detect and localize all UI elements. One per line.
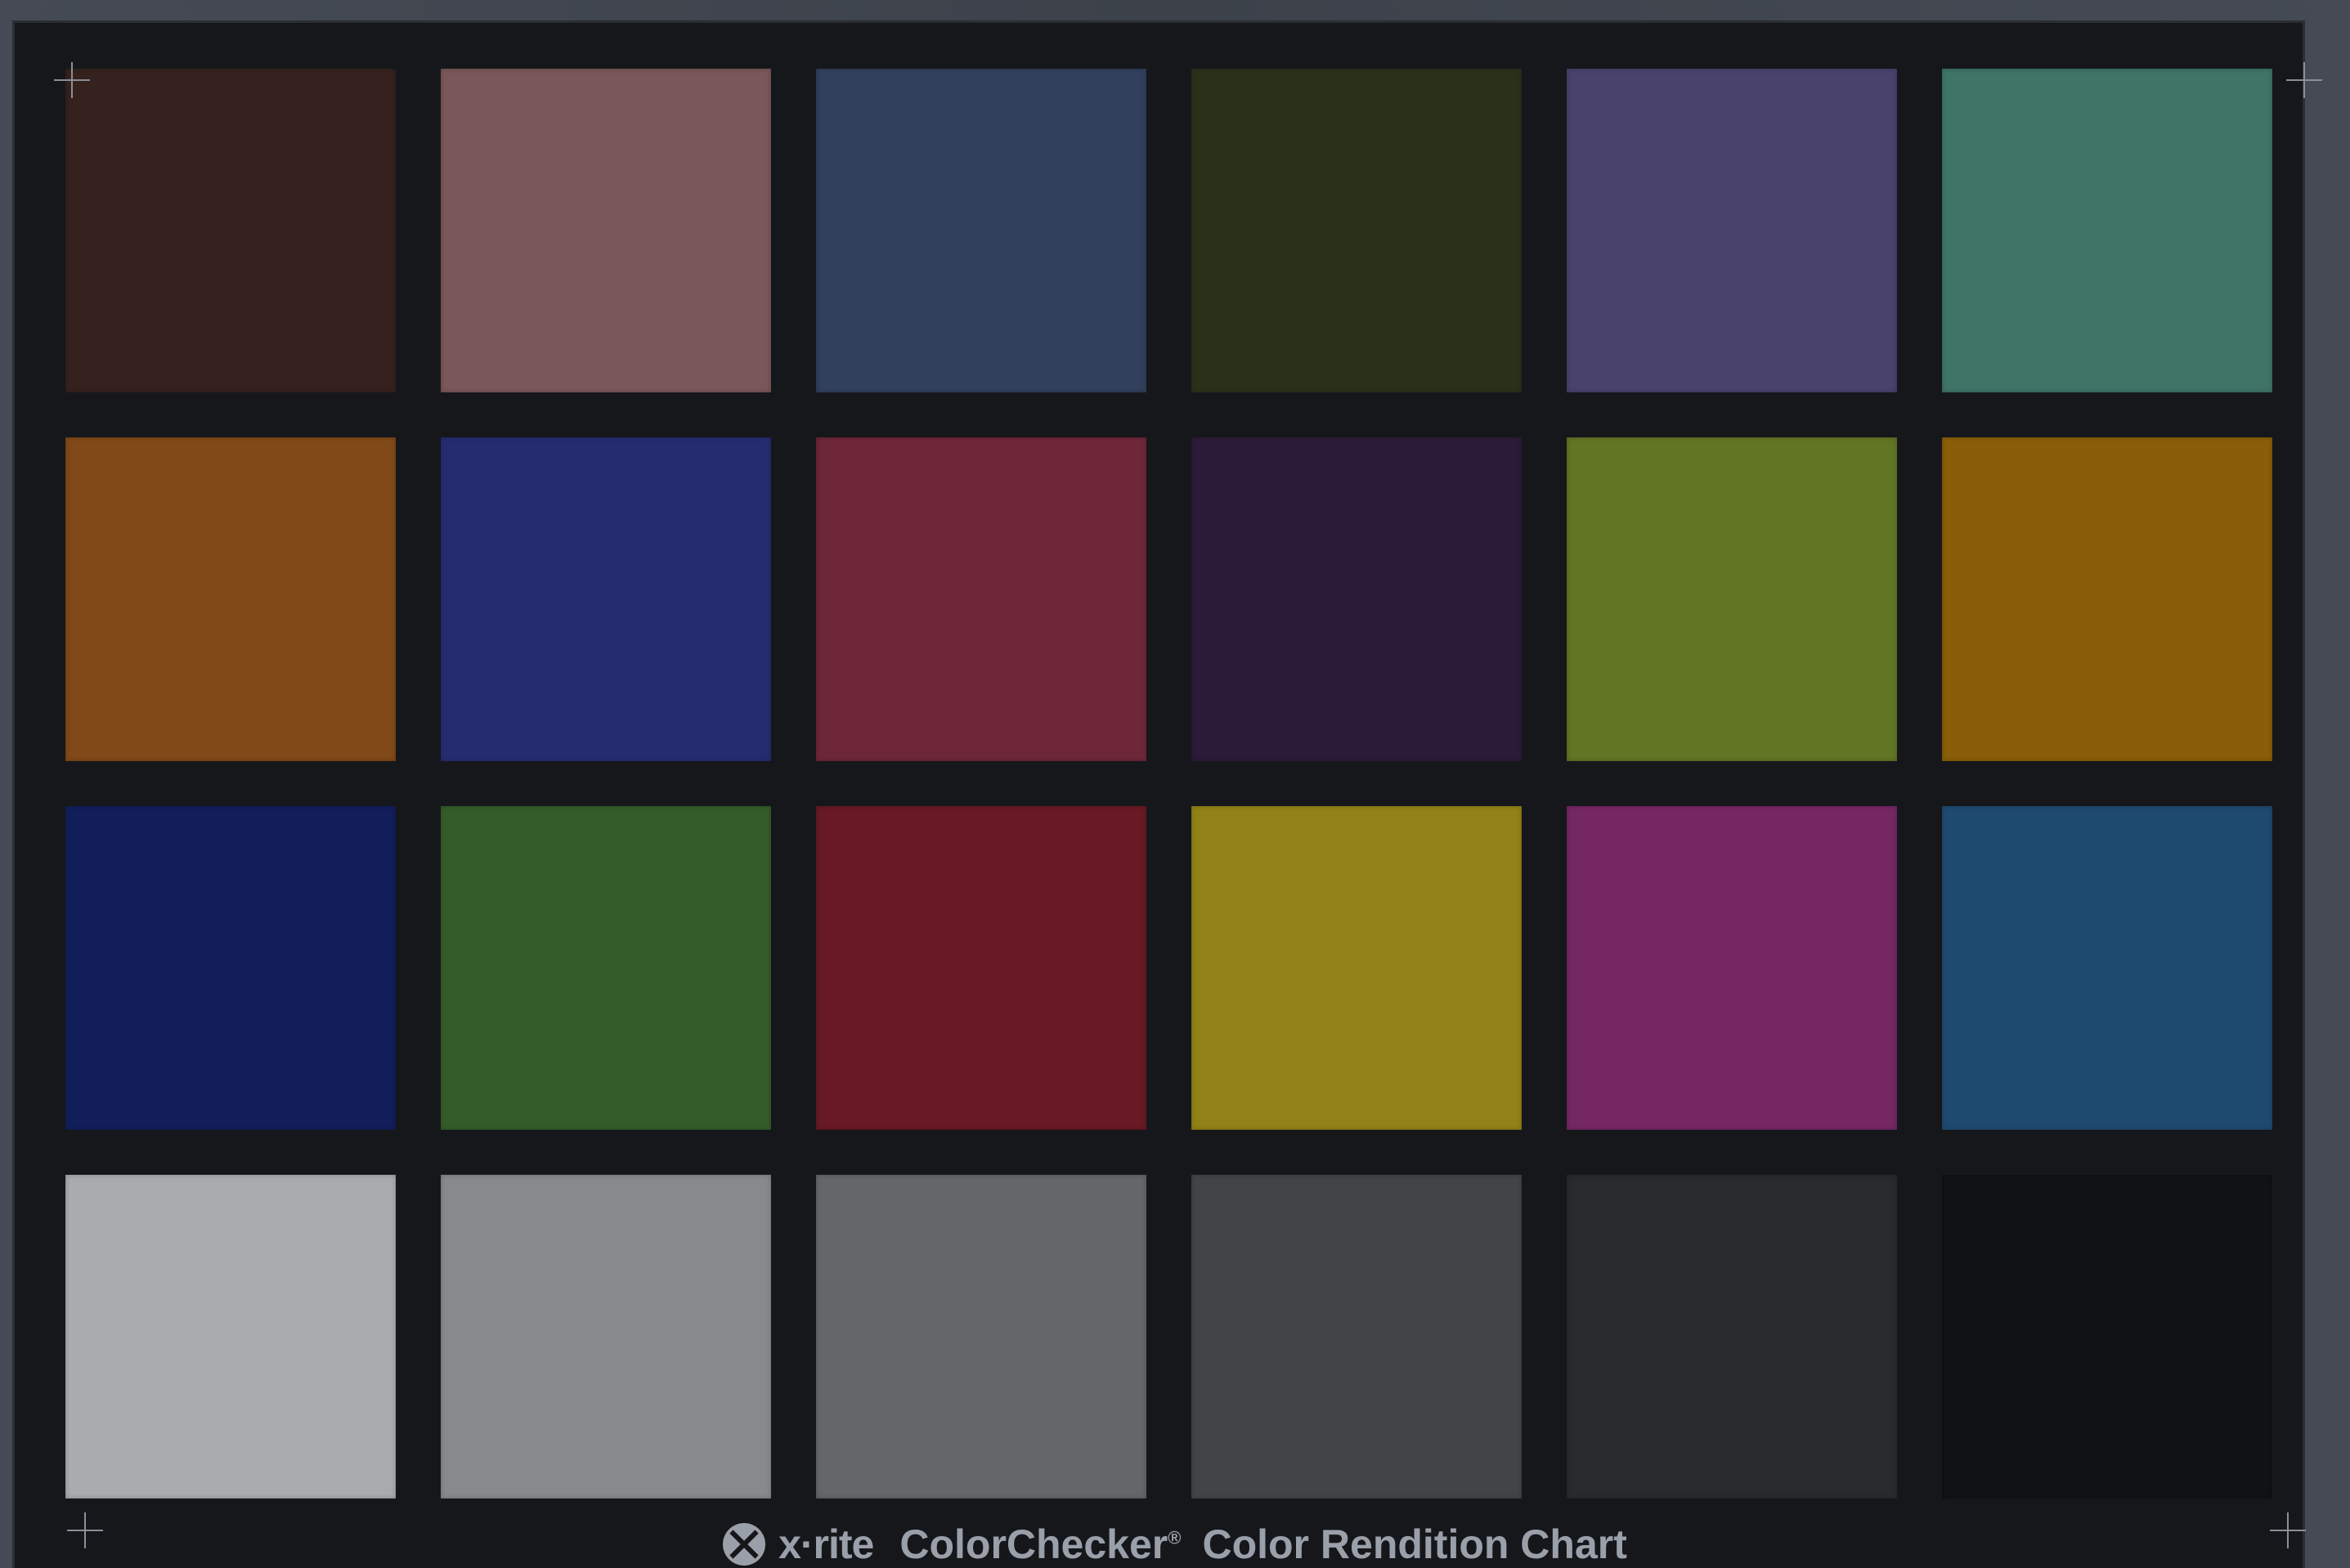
color-checker-card [15, 23, 2322, 1568]
color-patch [1942, 1175, 2272, 1499]
color-patch [441, 1175, 771, 1499]
color-patch [65, 69, 396, 392]
color-patch [1191, 1175, 1522, 1499]
color-patch [816, 437, 1146, 761]
product-name-text: ColorChecker [899, 1521, 1168, 1567]
chart-subtitle: Color Rendition Chart [1202, 1521, 1627, 1567]
color-patch [1942, 69, 2272, 392]
color-patch [441, 806, 771, 1130]
brand-name: x·rite [778, 1521, 874, 1567]
color-patch [1567, 437, 1897, 761]
color-patch [816, 1175, 1146, 1499]
product-name: ColorChecker® [899, 1521, 1181, 1568]
color-patch [1191, 806, 1522, 1130]
color-patch [1942, 437, 2272, 761]
color-patch [1567, 1175, 1897, 1499]
color-patch [1567, 806, 1897, 1130]
color-patch [441, 69, 771, 392]
xrite-logo-icon [723, 1523, 766, 1566]
color-patch [441, 437, 771, 761]
color-patch [65, 437, 396, 761]
registered-mark: ® [1168, 1527, 1182, 1548]
chart-footer: x·rite ColorChecker® Color Rendition Cha… [0, 1521, 2350, 1568]
color-patch [1567, 69, 1897, 392]
color-patch [816, 69, 1146, 392]
patch-grid [65, 69, 2291, 1522]
registration-mark-icon [54, 62, 90, 98]
registration-mark-icon [2286, 62, 2322, 98]
color-patch [65, 1175, 396, 1499]
color-patch [65, 806, 396, 1130]
color-patch [816, 806, 1146, 1130]
color-patch [1191, 437, 1522, 761]
photo-background: x·rite ColorChecker® Color Rendition Cha… [0, 0, 2350, 1568]
color-patch [1942, 806, 2272, 1130]
color-patch [1191, 69, 1522, 392]
